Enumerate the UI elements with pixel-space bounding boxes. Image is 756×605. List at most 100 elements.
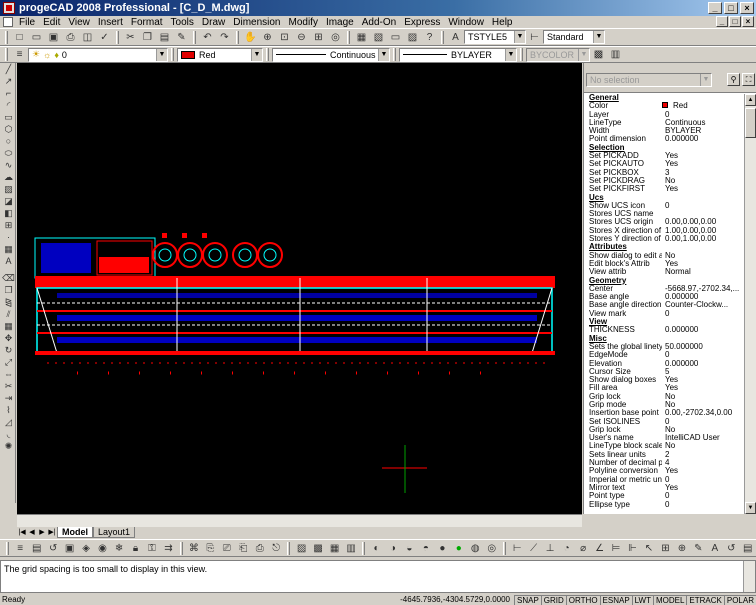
dim-leader-icon[interactable]: ↖ (642, 541, 656, 555)
layer-unlock-icon[interactable]: ⚿ (145, 541, 159, 555)
block-icon[interactable]: ◧ (2, 208, 15, 219)
mirror-icon[interactable]: ⧎ (2, 297, 15, 308)
dim-baseline-icon[interactable]: ⊨ (609, 541, 623, 555)
spellcheck-icon[interactable]: ✓ (97, 30, 112, 44)
rectangle-icon[interactable]: ▭ (2, 112, 15, 123)
express-5-icon[interactable]: ⎙ (253, 541, 267, 555)
trim-icon[interactable]: ✂ (2, 381, 15, 392)
explode-icon[interactable]: ✺ (2, 441, 15, 452)
property-row[interactable]: Ellipse type 0 (584, 501, 744, 509)
property-row[interactable]: View mark 0 (584, 310, 744, 318)
property-row[interactable]: Layer 0 (584, 111, 744, 119)
property-value[interactable]: No (662, 252, 744, 260)
line-icon[interactable]: ╱ (2, 64, 15, 75)
ray-icon[interactable]: ↗ (2, 76, 15, 87)
property-row[interactable]: Insertion base point 0.00,-2702.34,0.00 (584, 409, 744, 417)
zoom-realtime-icon[interactable]: ⊕ (260, 30, 275, 44)
extend-icon[interactable]: ⇥ (2, 393, 15, 404)
property-row[interactable]: Grip lock No (584, 393, 744, 401)
property-category[interactable]: Attributes (584, 243, 744, 251)
property-row[interactable]: Cursor Size 5 (584, 368, 744, 376)
layer-walk-icon[interactable]: ▣ (62, 541, 76, 555)
property-row[interactable]: Stores X direction of UCS1.00,0.00,0.00 (584, 227, 744, 235)
property-row[interactable]: Sets linear units 2 (584, 451, 744, 459)
property-value[interactable]: 3 (662, 169, 744, 177)
layer-off-icon[interactable]: ◉ (95, 541, 109, 555)
express-4-icon[interactable]: ⎗ (236, 541, 250, 555)
save-icon[interactable]: ▣ (46, 30, 61, 44)
property-value[interactable]: 0 (662, 418, 744, 426)
maximize-button[interactable]: □ (724, 2, 738, 14)
property-value[interactable]: No (662, 426, 744, 434)
layer-freeze-icon[interactable]: ❄ (112, 541, 126, 555)
dim-angular-icon[interactable]: ∠ (592, 541, 606, 555)
property-value[interactable]: 0 (662, 202, 744, 210)
status-esnap[interactable]: ESNAP (599, 594, 632, 605)
match-properties-icon[interactable]: ✎ (174, 30, 189, 44)
print-preview-icon[interactable]: ◫ (80, 30, 95, 44)
property-value[interactable]: Yes (662, 185, 744, 193)
property-value[interactable]: 2 (662, 451, 744, 459)
property-row[interactable]: Elevation 0.000000 (584, 360, 744, 368)
property-row[interactable]: Set ISOLINES 0 (584, 418, 744, 426)
menu-window[interactable]: Window (444, 17, 488, 28)
property-row[interactable]: Point type 0 (584, 492, 744, 500)
property-row[interactable]: View attrib Normal (584, 268, 744, 276)
menu-file[interactable]: File (15, 17, 39, 28)
command-scrollbar[interactable] (743, 561, 755, 592)
layer-previous-icon[interactable]: ↺ (46, 541, 60, 555)
dim-radius-icon[interactable]: ◔ (559, 541, 573, 555)
property-value[interactable]: Yes (662, 467, 744, 475)
plotstyle-manager-icon[interactable]: ▥ (608, 48, 623, 62)
property-row[interactable]: Imperial or metric units 0 (584, 476, 744, 484)
property-value[interactable]: No (662, 393, 744, 401)
prev-tab-icon[interactable]: ◀ (27, 528, 37, 538)
property-value[interactable]: 4 (662, 459, 744, 467)
property-row[interactable]: Grip lock No (584, 426, 744, 434)
menu-help[interactable]: Help (488, 17, 517, 28)
property-value[interactable]: 0.00,1.00,0.00 (662, 235, 744, 243)
dim-continue-icon[interactable]: ⊩ (625, 541, 639, 555)
status-lwt[interactable]: LWT (631, 594, 653, 605)
render-7-icon[interactable]: ◍ (468, 541, 482, 555)
property-row[interactable]: Width BYLAYER (584, 127, 744, 135)
dim-update-icon[interactable]: ↺ (724, 541, 738, 555)
scale-icon[interactable]: ⤢ (2, 357, 15, 368)
property-value[interactable]: 0 (662, 310, 744, 318)
property-row[interactable]: Set PICKAUTO Yes (584, 160, 744, 168)
property-row[interactable]: LineType Continuous (584, 119, 744, 127)
render-4-icon[interactable]: ◓ (419, 541, 433, 555)
next-tab-icon[interactable]: ▶ (37, 528, 47, 538)
property-value[interactable]: 5 (662, 368, 744, 376)
render-1-icon[interactable]: ◐ (369, 541, 383, 555)
dim-ordinate-icon[interactable]: ⊥ (543, 541, 557, 555)
stretch-icon[interactable]: ⇔ (2, 369, 15, 380)
menu-express[interactable]: Express (400, 17, 444, 28)
menu-edit[interactable]: Edit (39, 17, 64, 28)
hatch-icon[interactable]: ▨ (2, 184, 15, 195)
property-value[interactable]: 1.00,0.00,0.00 (662, 227, 744, 235)
status-snap[interactable]: SNAP (514, 594, 541, 605)
status-polar[interactable]: POLAR (723, 594, 756, 605)
property-value[interactable]: 0 (662, 111, 744, 119)
property-row[interactable]: Stores UCS name (584, 210, 744, 218)
express-2-icon[interactable]: ⎘ (203, 541, 217, 555)
property-row[interactable]: Set PICKDRAG No (584, 177, 744, 185)
help-icon[interactable]: ? (422, 30, 437, 44)
design-center-icon[interactable]: ▧ (371, 30, 386, 44)
property-row[interactable]: Polyline conversion Yes (584, 467, 744, 475)
layer-isolate-icon[interactable]: ◈ (79, 541, 93, 555)
selection-select[interactable]: No selection ▼ (586, 73, 712, 87)
print-icon[interactable]: ⎙ (63, 30, 78, 44)
property-row[interactable]: Sets the global linetype ...50.000000 (584, 343, 744, 351)
menu-view[interactable]: View (64, 17, 94, 28)
property-row[interactable]: Number of decimal places4 (584, 459, 744, 467)
quick-select-icon[interactable]: ⚲ (727, 73, 740, 86)
offset-icon[interactable]: ⫽ (2, 309, 15, 320)
pan-icon[interactable]: ✋ (243, 30, 258, 44)
canvas-horizontal-scrollbar[interactable] (17, 514, 582, 527)
menu-image[interactable]: Image (322, 17, 358, 28)
express-6-icon[interactable]: ⎋ (269, 541, 283, 555)
ellipse-icon[interactable]: ⬭ (2, 148, 15, 159)
menu-dimension[interactable]: Dimension (229, 17, 284, 28)
